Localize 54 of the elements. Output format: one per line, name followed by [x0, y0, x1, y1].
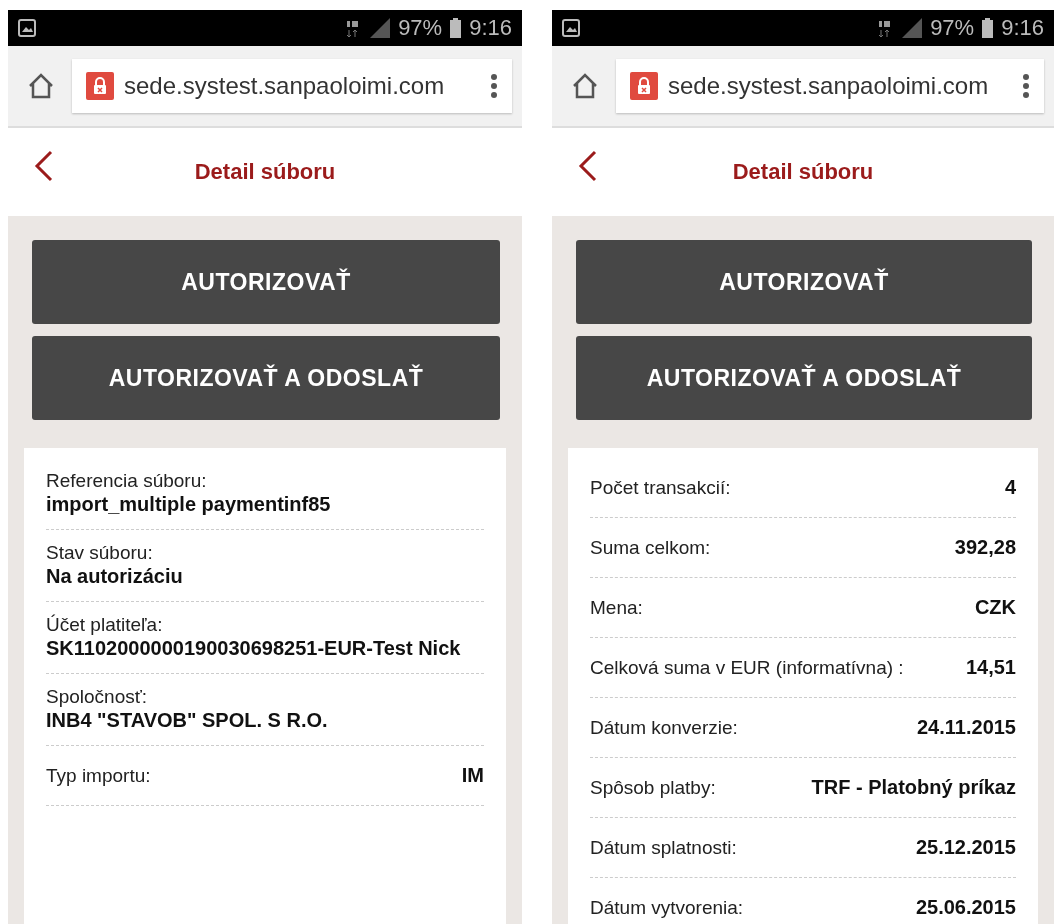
page-title: Detail súboru: [194, 159, 336, 185]
detail-label: Celková suma v EUR (informatívna) :: [590, 656, 904, 679]
battery-icon: [982, 18, 994, 38]
authorize-button[interactable]: AUTORIZOVAŤ: [32, 240, 500, 324]
detail-label: Spôsob platby:: [590, 776, 716, 799]
signal-icon: [370, 18, 391, 38]
image-notification-icon: [18, 19, 36, 37]
battery-percent: 97%: [398, 15, 443, 41]
insecure-lock-icon: [630, 72, 658, 100]
page-title: Detail súboru: [732, 159, 874, 185]
detail-value: 4: [1004, 475, 1016, 500]
detail-value: 25.06.2015: [915, 895, 1016, 920]
detail-value: TRF - Platobný príkaz: [811, 775, 1016, 800]
detail-label: Stav súboru:: [46, 542, 154, 564]
back-icon[interactable]: [34, 150, 54, 182]
detail-label: Dátum splatnosti:: [590, 836, 737, 859]
detail-label: Dátum konverzie:: [590, 716, 738, 739]
home-icon[interactable]: [572, 73, 598, 99]
url-text: sede.systest.sanpaoloimi.com: [124, 72, 445, 100]
detail-value: CZK: [974, 595, 1016, 620]
detail-value: Na autorizáciu: [46, 564, 184, 589]
detail-value: 24.11.2015: [917, 715, 1016, 740]
detail-label: Spoločnosť:: [46, 686, 149, 708]
authorize-button[interactable]: AUTORIZOVAŤ A ODOSLAŤ: [576, 336, 1032, 420]
detail-label: Typ importu:: [46, 764, 151, 787]
battery-icon: [450, 18, 462, 38]
authorize-button[interactable]: AUTORIZOVAŤ A ODOSLAŤ: [32, 336, 500, 420]
back-icon[interactable]: [578, 150, 598, 182]
detail-label: Počet transakcií:: [590, 476, 731, 499]
detail-value: import_multiple paymentinf85: [46, 492, 332, 517]
clock-time: 9:16: [469, 15, 512, 41]
detail-value: INB4 "STAVOB" SPOL. S R.O.: [46, 708, 329, 733]
address-field[interactable]: sede.systest.sanpaoloimi.com: [72, 59, 512, 113]
home-icon[interactable]: [28, 73, 54, 99]
menu-icon[interactable]: [1022, 74, 1030, 98]
image-notification-icon: [562, 19, 580, 37]
authorize-button[interactable]: AUTORIZOVAŤ: [576, 240, 1032, 324]
detail-label: Mena:: [590, 596, 643, 619]
detail-value: 392,28: [954, 535, 1016, 560]
detail-value: SK1102000000190030698251-EUR-Test Nick: [46, 636, 462, 661]
signal-icon: [902, 18, 923, 38]
clock-time: 9:16: [1001, 15, 1044, 41]
battery-percent: 97%: [930, 15, 975, 41]
detail-label: Suma celkom:: [590, 536, 711, 559]
detail-label: Dátum vytvorenia:: [590, 896, 744, 919]
detail-value: IM: [461, 763, 484, 788]
insecure-lock-icon: [86, 72, 114, 100]
menu-icon[interactable]: [490, 74, 498, 98]
url-text: sede.systest.sanpaoloimi.com: [668, 72, 989, 100]
detail-label: Účet platiteľa:: [46, 614, 164, 636]
detail-value: 25.12.2015: [915, 835, 1016, 860]
detail-label: Referencia súboru:: [46, 470, 208, 492]
detail-value: 14,51: [965, 655, 1016, 680]
address-field[interactable]: sede.systest.sanpaoloimi.com: [616, 59, 1044, 113]
